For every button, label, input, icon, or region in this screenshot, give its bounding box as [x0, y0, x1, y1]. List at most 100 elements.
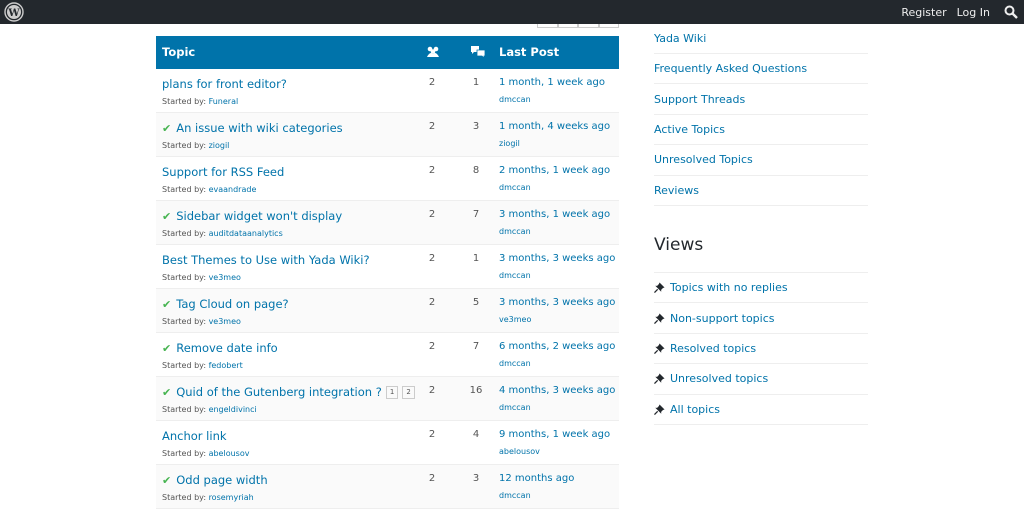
- register-link[interactable]: Register: [901, 6, 946, 19]
- last-post-column-header: Last Post: [499, 45, 560, 59]
- topic-title-wrap: ✔ Quid of the Gutenberg integration ? 1 2: [162, 385, 415, 399]
- login-link[interactable]: Log In: [957, 6, 990, 19]
- sidebar-links: Yada Wiki Frequently Asked Questions Suppo…: [654, 24, 868, 206]
- started-by-label: Started by:: [162, 273, 207, 282]
- topic-page-link[interactable]: 2: [402, 385, 415, 399]
- topic-title-link[interactable]: Best Themes to Use with Yada Wiki?: [162, 253, 370, 267]
- table-row: Support for RSS Feed Started by: evaandra…: [156, 157, 619, 201]
- started-by-label: Started by:: [162, 97, 207, 106]
- last-post-author-link[interactable]: dmccan: [499, 359, 531, 368]
- started-by-label: Started by:: [162, 229, 207, 238]
- topic-title-link[interactable]: An issue with wiki categories: [176, 121, 342, 135]
- freshness-link[interactable]: 3 months, 3 weeks ago: [499, 297, 615, 308]
- freshness-link[interactable]: 1 month, 4 weeks ago: [499, 121, 610, 132]
- topic-title-link[interactable]: Tag Cloud on page?: [176, 297, 288, 311]
- started-by: Started by: abelousov: [162, 449, 249, 458]
- table-row: Anchor link Started by: abelousov 2 4 9 mont…: [156, 421, 619, 465]
- resolved-check-icon: ✔: [162, 297, 172, 311]
- resolved-check-icon: ✔: [162, 385, 172, 399]
- voice-count: 2: [428, 165, 436, 176]
- post-count: 1: [472, 77, 480, 88]
- topic-author-link[interactable]: ziogil: [209, 141, 230, 150]
- topic-title-link[interactable]: Anchor link: [162, 429, 227, 443]
- last-post-author-link[interactable]: dmccan: [499, 227, 531, 236]
- sidebar-link[interactable]: Unresolved Topics: [654, 145, 868, 176]
- topic-title-wrap: Anchor link: [162, 429, 227, 443]
- started-by: Started by: ve3meo: [162, 273, 241, 282]
- view-link[interactable]: Non-support topics: [654, 303, 868, 334]
- voice-count: 2: [428, 77, 436, 88]
- last-post-author-link[interactable]: dmccan: [499, 271, 531, 280]
- page-link[interactable]: [537, 24, 558, 28]
- sidebar-link[interactable]: Support Threads: [654, 84, 868, 115]
- topic-author-link[interactable]: fedobert: [209, 361, 243, 370]
- table-row: ✔ Sidebar widget won't display Started by:…: [156, 201, 619, 245]
- topic-author-link[interactable]: Funeral: [209, 97, 239, 106]
- last-post-author-link[interactable]: ve3meo: [499, 315, 531, 324]
- freshness-link[interactable]: 3 months, 1 week ago: [499, 209, 610, 220]
- freshness-link[interactable]: 3 months, 3 weeks ago: [499, 253, 615, 264]
- topic-author-link[interactable]: engeldivinci: [209, 405, 257, 414]
- view-link-label: Unresolved topics: [670, 372, 769, 386]
- started-by: Started by: ve3meo: [162, 317, 241, 326]
- page-link[interactable]: [557, 24, 578, 28]
- sidebar-link[interactable]: Active Topics: [654, 115, 868, 146]
- last-post-author-link[interactable]: dmccan: [499, 491, 531, 500]
- post-count: 7: [472, 341, 480, 352]
- started-by: Started by: fedobert: [162, 361, 243, 370]
- topic-title-link[interactable]: Quid of the Gutenberg integration ?: [176, 385, 382, 399]
- view-link[interactable]: Unresolved topics: [654, 364, 868, 395]
- view-link[interactable]: Resolved topics: [654, 334, 868, 365]
- started-by: Started by: auditdataanalytics: [162, 229, 283, 238]
- voice-count: 2: [428, 341, 436, 352]
- top-pagination[interactable]: [537, 24, 619, 28]
- view-link[interactable]: Topics with no replies: [654, 273, 868, 304]
- topic-author-link[interactable]: abelousov: [209, 449, 250, 458]
- topic-title-link[interactable]: Remove date info: [176, 341, 277, 355]
- topic-title-link[interactable]: Support for RSS Feed: [162, 165, 284, 179]
- voice-count: 2: [428, 209, 436, 220]
- table-row: plans for front editor? Started by: Funer…: [156, 69, 619, 113]
- sidebar-link[interactable]: Frequently Asked Questions: [654, 54, 868, 85]
- topic-author-link[interactable]: ve3meo: [209, 317, 241, 326]
- last-post-author-link[interactable]: ziogil: [499, 139, 520, 148]
- search-icon[interactable]: [1004, 5, 1018, 19]
- page-link[interactable]: [578, 24, 599, 28]
- table-row: ✔ Remove date info Started by: fedobert 2 7 6…: [156, 333, 619, 377]
- topic-title-wrap: ✔ Sidebar widget won't display: [162, 209, 342, 223]
- last-post-author-link[interactable]: dmccan: [499, 403, 531, 412]
- topic-author-link[interactable]: evaandrade: [209, 185, 257, 194]
- freshness-link[interactable]: 1 month, 1 week ago: [499, 77, 605, 88]
- freshness-link[interactable]: 9 months, 1 week ago: [499, 429, 610, 440]
- started-by: Started by: ziogil: [162, 141, 229, 150]
- sidebar-link[interactable]: Yada Wiki: [654, 24, 868, 54]
- pin-icon: [654, 282, 665, 294]
- page-link[interactable]: [598, 24, 619, 28]
- started-by-label: Started by:: [162, 449, 207, 458]
- freshness-link[interactable]: 6 months, 2 weeks ago: [499, 341, 615, 352]
- topic-author-link[interactable]: rosemyriah: [209, 493, 254, 502]
- started-by: Started by: evaandrade: [162, 185, 256, 194]
- views-heading: Views: [654, 235, 704, 255]
- wordpress-logo-icon[interactable]: W: [4, 2, 24, 22]
- resolved-check-icon: ✔: [162, 209, 172, 223]
- last-post-author-link[interactable]: dmccan: [499, 183, 531, 192]
- topic-title-link[interactable]: Sidebar widget won't display: [176, 209, 342, 223]
- topic-author-link[interactable]: ve3meo: [209, 273, 241, 282]
- last-post-author-link[interactable]: dmccan: [499, 95, 531, 104]
- pin-icon: [654, 343, 665, 354]
- freshness-link[interactable]: 2 months, 1 week ago: [499, 165, 610, 176]
- freshness-link[interactable]: 4 months, 3 weeks ago: [499, 385, 615, 396]
- topic-title-wrap: Best Themes to Use with Yada Wiki?: [162, 253, 370, 267]
- topic-author-link[interactable]: auditdataanalytics: [209, 229, 283, 238]
- started-by-label: Started by:: [162, 317, 207, 326]
- topic-page-link[interactable]: 1: [385, 385, 399, 399]
- sidebar-link[interactable]: Reviews: [654, 176, 868, 206]
- topic-title-link[interactable]: Odd page width: [176, 473, 267, 487]
- view-link[interactable]: All topics: [654, 395, 868, 425]
- freshness-link[interactable]: 12 months ago: [499, 473, 574, 484]
- views-list: Topics with no replies Non-support topic…: [654, 272, 868, 425]
- last-post-author-link[interactable]: abelousov: [499, 447, 540, 456]
- view-link-label: Topics with no replies: [670, 281, 788, 295]
- topic-title-link[interactable]: plans for front editor?: [162, 77, 287, 91]
